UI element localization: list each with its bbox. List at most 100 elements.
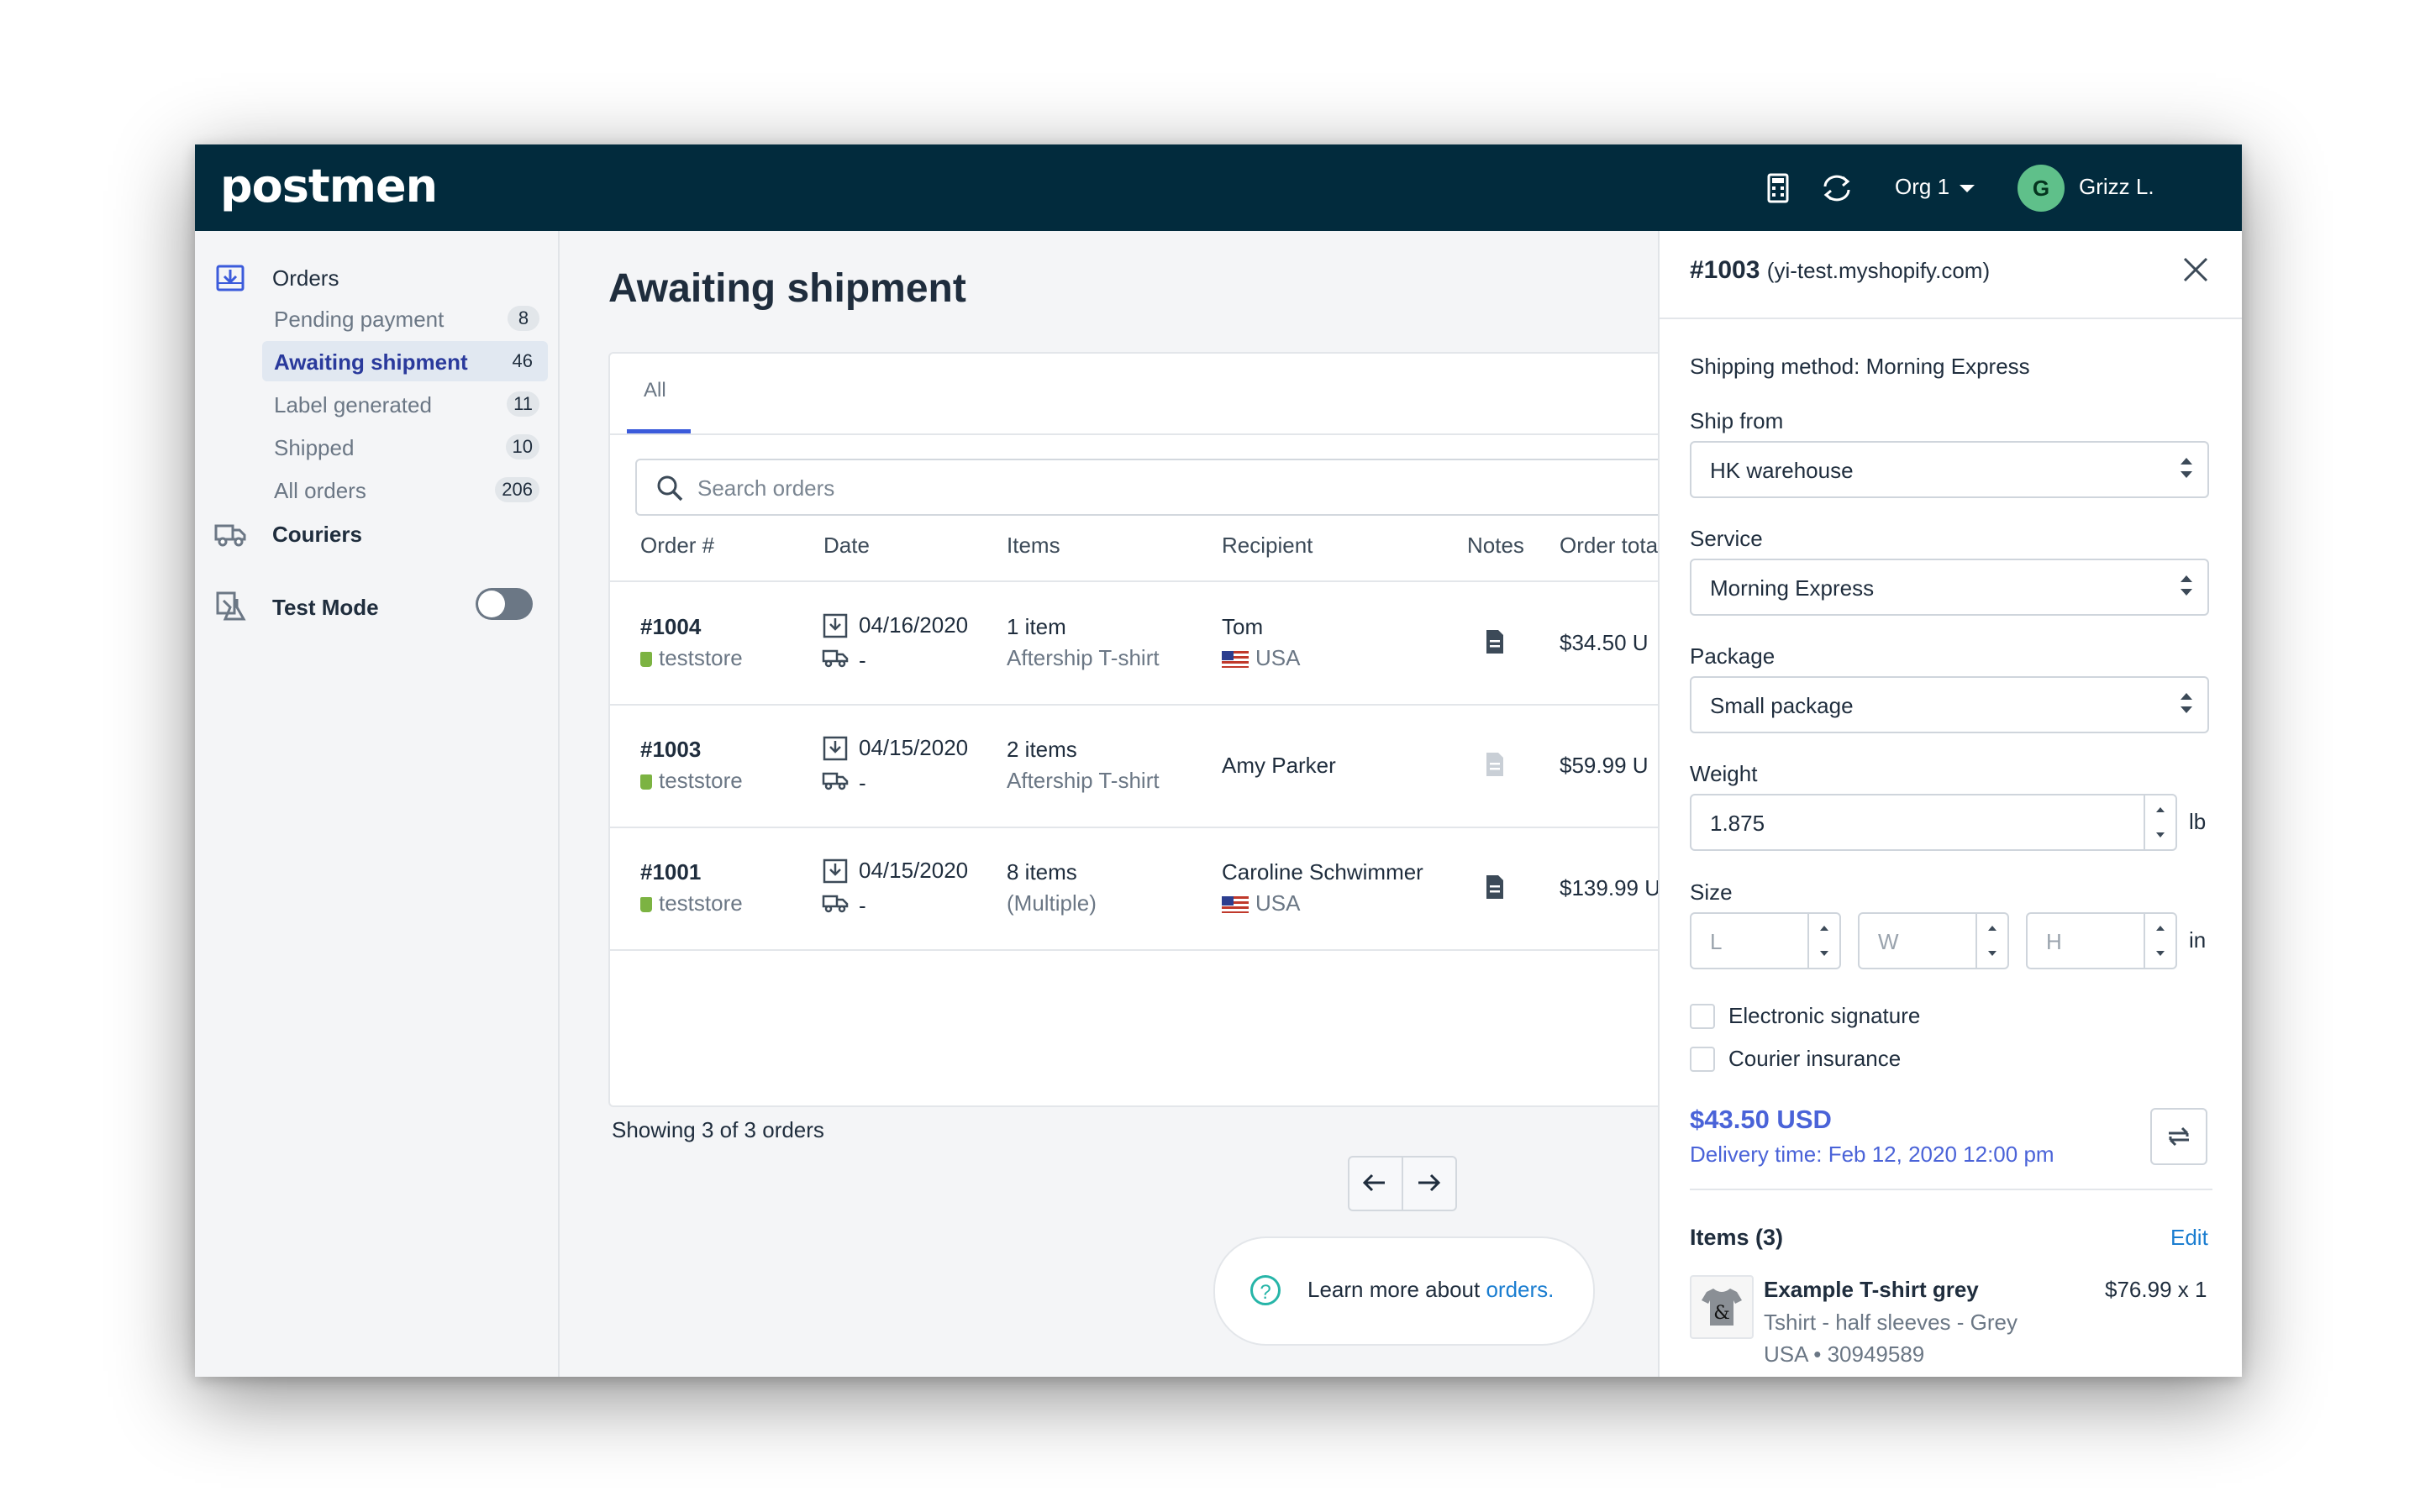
store-name: teststore [640, 645, 743, 671]
select-arrows-icon [2181, 458, 2192, 481]
sidebar-couriers[interactable]: Couriers [272, 522, 362, 548]
tab-all[interactable]: All [644, 379, 666, 402]
chevron-down-icon [1960, 184, 1975, 192]
orders-link[interactable]: orders. [1486, 1277, 1554, 1302]
svg-text:&: & [1713, 1303, 1730, 1324]
size-unit: in [2189, 927, 2207, 953]
sidebar-item-label: Shipped [274, 435, 355, 460]
note-document-icon[interactable] [1484, 751, 1506, 778]
recipient-name: Caroline Schwimmer [1222, 859, 1423, 885]
ship-from-select[interactable]: HK warehouse [1690, 441, 2209, 498]
note-document-icon[interactable] [1484, 874, 1506, 900]
country-label: USA [1255, 890, 1301, 916]
recalculate-button[interactable] [2150, 1108, 2207, 1165]
sidebar-item-pending-payment[interactable]: Pending payment 8 [262, 298, 548, 339]
items-count: 2 items [1007, 737, 1077, 762]
avatar[interactable]: G [2018, 165, 2065, 212]
shopify-icon [640, 774, 652, 790]
weight-label: Weight [1690, 761, 1758, 786]
column-header-order-total[interactable]: Order tota [1560, 533, 1658, 559]
panel-title: #1003 (yi-test.myshopify.com) [1690, 256, 1990, 285]
order-total: $34.50 U [1560, 630, 1649, 655]
package-select[interactable]: Small package [1690, 676, 2209, 733]
electronic-signature-checkbox[interactable] [1690, 1004, 1715, 1029]
courier-insurance-label[interactable]: Courier insurance [1728, 1046, 1901, 1072]
column-header-order[interactable]: Order # [640, 533, 714, 559]
arrow-left-icon[interactable] [1361, 1171, 1388, 1194]
ship-from-label: Ship from [1690, 408, 1784, 433]
weight-input[interactable]: 1.875 [1690, 794, 2177, 851]
width-stepper[interactable] [1975, 914, 2007, 968]
store-name: teststore [640, 890, 743, 916]
edit-items-link[interactable]: Edit [2170, 1225, 2208, 1251]
column-header-items[interactable]: Items [1007, 533, 1060, 559]
weight-unit: lb [2189, 809, 2207, 834]
count-badge: 11 [507, 391, 539, 417]
recipient-country: USA [1222, 645, 1300, 671]
arrow-right-icon[interactable] [1415, 1171, 1442, 1194]
order-detail-panel: #1003 (yi-test.myshopify.com) Shipping m… [1658, 231, 2242, 1377]
sidebar-item-awaiting-shipment[interactable]: Awaiting shipment 46 [262, 341, 548, 381]
calculator-icon[interactable] [1760, 170, 1797, 207]
count-badge: 10 [505, 434, 539, 459]
test-mode-toggle[interactable] [476, 588, 533, 620]
product-thumbnail: & [1690, 1275, 1754, 1339]
electronic-signature-label[interactable]: Electronic signature [1728, 1003, 1920, 1029]
tshirt-icon: & [1702, 1289, 1742, 1326]
truck-icon [822, 649, 849, 668]
inbox-download-icon [216, 265, 245, 291]
items-summary: (Multiple) [1007, 890, 1097, 916]
length-stepper[interactable] [1807, 914, 1839, 968]
height-input[interactable]: H [2026, 912, 2177, 969]
truck-icon [822, 772, 849, 790]
divider [1690, 1189, 2212, 1190]
country-label: USA [1255, 645, 1301, 670]
sidebar: Orders Pending payment 8 Awaiting shipme… [195, 231, 560, 1377]
weight-stepper[interactable] [2144, 795, 2175, 849]
width-input[interactable]: W [1858, 912, 2009, 969]
sidebar-item-label: Awaiting shipment [274, 349, 468, 375]
column-header-notes[interactable]: Notes [1467, 533, 1524, 559]
column-header-date[interactable]: Date [823, 533, 870, 559]
shopify-icon [640, 897, 652, 912]
top-bar: postmen Org 1 G Grizz L. [195, 144, 2242, 231]
store-label: teststore [659, 645, 743, 670]
column-header-recipient[interactable]: Recipient [1222, 533, 1313, 559]
item-description: Tshirt - half sleeves - Grey [1764, 1310, 2018, 1335]
search-icon [657, 475, 683, 501]
sidebar-item-label-generated[interactable]: Label generated 11 [262, 384, 548, 424]
org-switcher[interactable]: Org 1 [1895, 174, 1975, 200]
ship-from-value: HK warehouse [1710, 458, 1854, 483]
shipping-method: Shipping method: Morning Express [1690, 354, 2030, 379]
item-meta: USA • 30949589 [1764, 1341, 1925, 1367]
app-logo[interactable]: postmen [220, 160, 438, 213]
order-number[interactable]: #1004 [640, 614, 701, 640]
note-document-icon[interactable] [1484, 628, 1506, 655]
sidebar-item-label: Label generated [274, 392, 432, 417]
divider [1402, 1158, 1403, 1210]
select-arrows-icon [2181, 693, 2192, 717]
service-select[interactable]: Morning Express [1690, 559, 2209, 616]
recipient-name: Tom [1222, 614, 1264, 639]
select-arrows-icon [2181, 575, 2192, 599]
order-number[interactable]: #1003 [640, 737, 701, 763]
close-icon[interactable] [2181, 255, 2211, 285]
order-date: 04/15/2020 [859, 858, 969, 883]
test-mode-icon [216, 591, 246, 621]
sidebar-item-shipped[interactable]: Shipped 10 [262, 427, 548, 467]
order-date: 04/16/2020 [859, 612, 969, 638]
order-number[interactable]: #1001 [640, 859, 701, 885]
length-input[interactable]: L [1690, 912, 1841, 969]
inbox-download-icon [823, 613, 848, 638]
sidebar-item-all-orders[interactable]: All orders 206 [262, 470, 548, 510]
sidebar-orders[interactable]: Orders [272, 265, 339, 291]
ship-status: - [859, 648, 866, 673]
delivery-time: Delivery time: Feb 12, 2020 12:00 pm [1690, 1142, 2054, 1167]
user-name[interactable]: Grizz L. [2079, 174, 2154, 200]
items-summary: Aftership T-shirt [1007, 645, 1160, 670]
sync-icon[interactable] [1818, 170, 1855, 207]
length-placeholder: L [1710, 929, 1723, 954]
divider [1660, 318, 2242, 319]
height-stepper[interactable] [2144, 914, 2175, 968]
courier-insurance-checkbox[interactable] [1690, 1047, 1715, 1072]
